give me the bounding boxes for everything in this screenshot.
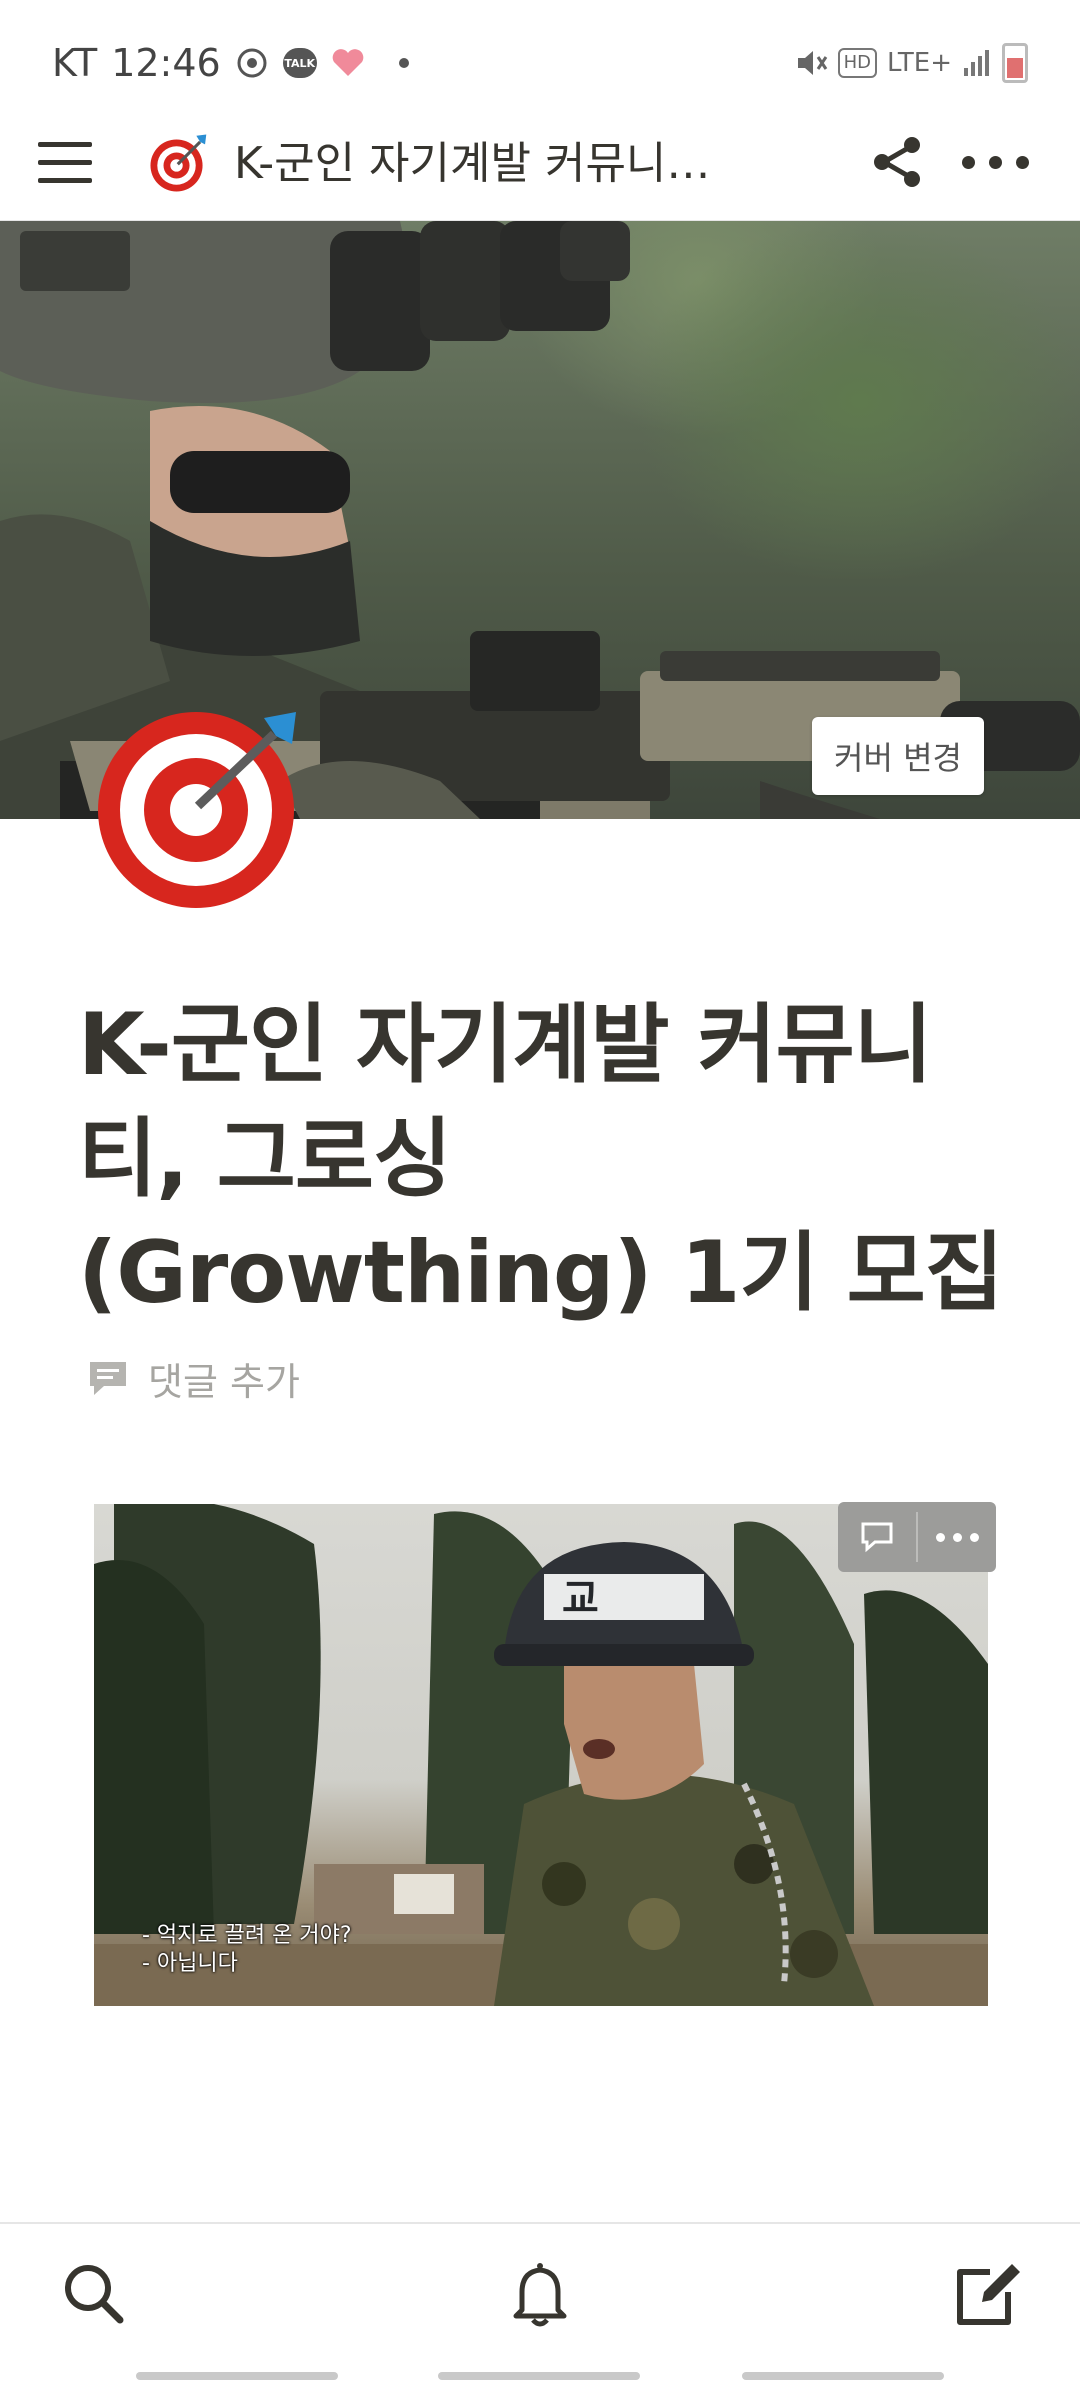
status-right: HD LTE+ (794, 40, 1028, 86)
bottom-navigation (0, 2222, 1080, 2402)
network-type: LTE+ (887, 48, 952, 78)
status-bar: KT 12:46 TALK HD LTE+ (0, 0, 1080, 110)
menu-icon[interactable] (38, 136, 94, 192)
gesture-bar (742, 2372, 944, 2380)
image-comment-button[interactable] (838, 1502, 916, 1572)
video-subtitles: - 억지로 끌려 온 거야? - 아닙니다 (142, 1922, 352, 1978)
compose-icon[interactable] (946, 2254, 1026, 2334)
carrier-label: KT (52, 41, 98, 85)
top-bar-title: K-군인 자기계발 커뮤니티, 그로싱(Growthing) 1기 모집 (234, 138, 734, 189)
share-icon[interactable] (868, 132, 928, 192)
status-left: KT 12:46 TALK (52, 38, 409, 88)
add-comment-label: 댓글 추가 (148, 1359, 300, 1404)
more-options-icon[interactable] (962, 150, 1032, 174)
page-icon-bullseye-icon[interactable] (96, 700, 306, 910)
top-bar: K-군인 자기계발 커뮤니티, 그로싱(Growthing) 1기 모집 (0, 110, 1080, 221)
bullseye-dart-icon[interactable] (148, 132, 210, 194)
kakaotalk-icon: TALK (282, 48, 317, 78)
heart-icon (332, 49, 364, 76)
comment-bubble-icon (861, 1522, 893, 1553)
comment-icon (90, 1362, 126, 1395)
gesture-bar (438, 2372, 640, 2380)
more-dots-icon (935, 1532, 979, 1542)
add-comment-button[interactable]: 댓글 추가 (86, 1350, 300, 1406)
gesture-bar (136, 2372, 338, 2380)
refresh-status-icon (237, 48, 267, 78)
signal-icon (964, 50, 989, 76)
change-cover-button[interactable]: 커버 변경 (812, 717, 984, 795)
page-title[interactable]: K-군인 자기계발 커뮤니티, 그로싱(Growthing) 1기 모집 (78, 988, 1008, 1330)
image-toolbar (838, 1502, 996, 1572)
bell-icon[interactable] (500, 2254, 580, 2334)
search-icon[interactable] (54, 2254, 134, 2334)
image-more-button[interactable] (918, 1502, 996, 1572)
subtitle-line: - 억지로 끌려 온 거야? (142, 1923, 352, 1948)
helmet-text: 교 (562, 1576, 599, 1622)
clock: 12:46 (111, 41, 221, 85)
embedded-image[interactable]: 교 - 억지로 끌려 온 거야? - 아닙니다 (94, 1504, 988, 2006)
mute-icon (797, 51, 827, 75)
notification-dot-icon (398, 58, 409, 68)
hd-badge: HD (837, 48, 877, 78)
subtitle-line: - 아닙니다 (142, 1951, 238, 1976)
battery-icon (1002, 43, 1028, 83)
